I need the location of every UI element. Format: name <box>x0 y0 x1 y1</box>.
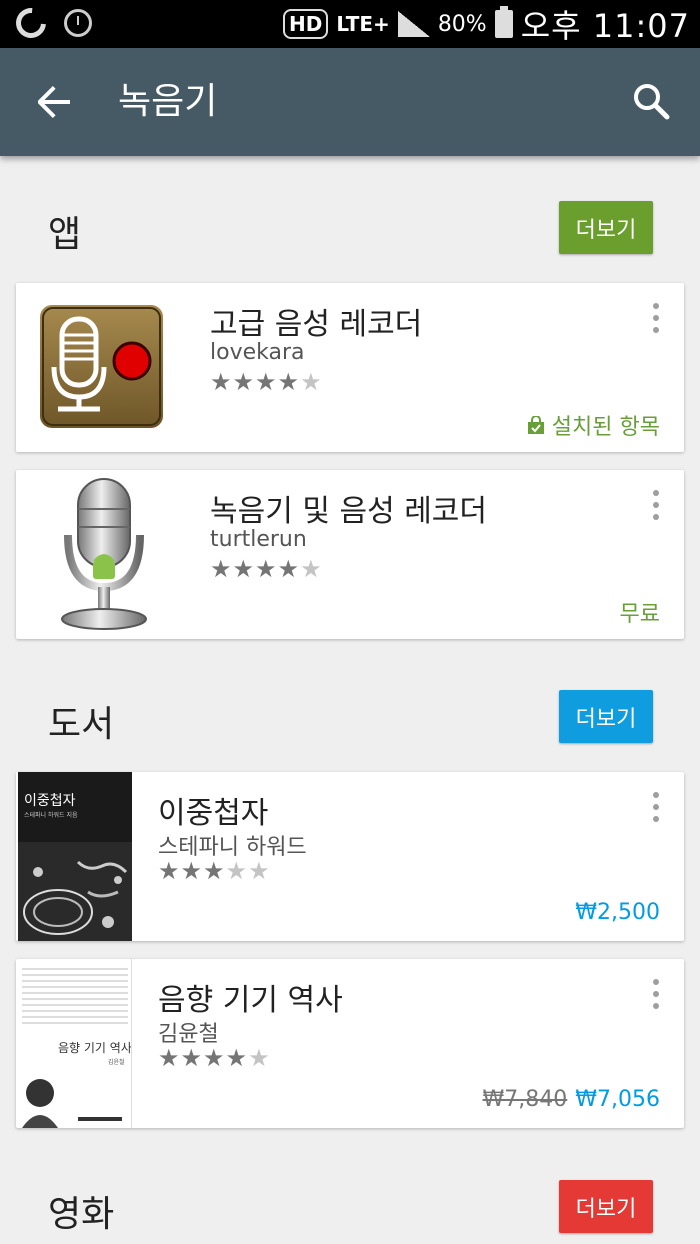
app-card-recorder-voice-recorder[interactable]: 녹음기 및 음성 레코더 turtlerun ★★★★★ 무료 <box>16 470 684 639</box>
book-cover-author: 김윤철 <box>108 1059 125 1066</box>
rating-stars: ★★★★★ <box>210 368 323 396</box>
installed-status: 설치된 항목 <box>526 409 660 441</box>
section-title-movies: 영화 <box>48 1194 115 1235</box>
app-toolbar: 녹음기 <box>0 48 700 156</box>
battery-percent: 80% <box>437 11 487 37</box>
app-developer: turtlerun <box>210 527 307 552</box>
android-mic-icon <box>46 475 162 633</box>
apps-more-button[interactable]: 더보기 <box>559 201 653 254</box>
app-price: 무료 <box>619 602 660 627</box>
voice-recorder-icon <box>40 305 163 428</box>
rating-stars: ★★★★★ <box>158 857 271 885</box>
rating-stars: ★★★★★ <box>210 555 323 583</box>
book-cover: 음향 기기 역사 김윤철 <box>18 959 132 1128</box>
app-title: 녹음기 및 음성 레코더 <box>210 494 488 529</box>
overflow-menu-button[interactable] <box>650 792 662 822</box>
back-button[interactable] <box>30 78 78 126</box>
original-price: ₩7,840 <box>482 1087 568 1112</box>
section-title-apps: 앱 <box>48 214 82 255</box>
search-button[interactable] <box>628 78 676 126</box>
sale-price: ₩7,056 <box>575 1087 660 1112</box>
book-price: ₩2,500 <box>575 900 660 925</box>
book-price: ₩7,840 ₩7,056 <box>483 1087 660 1112</box>
rating-stars: ★★★★★ <box>158 1044 271 1072</box>
app-developer: lovekara <box>210 340 305 365</box>
book-card-audio-equipment-history[interactable]: 음향 기기 역사 김윤철 음향 기기 역사 김윤철 ★★★★★ ₩7,840 ₩7… <box>16 959 684 1128</box>
search-icon <box>634 84 670 120</box>
section-title-books: 도서 <box>48 704 115 745</box>
overflow-menu-button[interactable] <box>650 303 662 333</box>
overflow-menu-button[interactable] <box>650 490 662 520</box>
hd-voice-icon: HD <box>282 9 329 39</box>
app-title: 고급 음성 레코더 <box>210 307 423 342</box>
alarm-icon <box>64 9 92 37</box>
lte-icon: LTE+ <box>336 12 390 36</box>
signal-icon <box>397 11 430 37</box>
book-title: 음향 기기 역사 <box>158 983 343 1018</box>
book-card-double-agent[interactable]: 이중첩자 스테파니 하워드 지음 이중첩자 스테파니 하워드 ★★★★★ ₩2,… <box>16 772 684 941</box>
overflow-menu-button[interactable] <box>650 979 662 1009</box>
arrow-back-icon <box>38 86 70 118</box>
battery-icon <box>494 6 513 38</box>
books-more-button[interactable]: 더보기 <box>559 690 653 743</box>
search-query-title: 녹음기 <box>118 81 218 122</box>
movies-more-button[interactable]: 더보기 <box>559 1180 653 1233</box>
book-cover: 이중첩자 스테파니 하워드 지음 <box>18 772 132 941</box>
status-bar: HD LTE+ 80% 오후 11:07 <box>0 0 700 48</box>
app-card-advanced-voice-recorder[interactable]: 고급 음성 레코더 lovekara ★★★★★ 설치된 항목 <box>16 283 684 452</box>
shopping-bag-icon <box>527 415 544 434</box>
clock: 오후 11:07 <box>520 7 690 45</box>
book-title: 이중첩자 <box>158 796 269 831</box>
lace-pattern-icon <box>18 842 132 941</box>
app-notification-icon <box>9 1 53 45</box>
book-cover-title: 음향 기기 역사 <box>58 1041 132 1055</box>
